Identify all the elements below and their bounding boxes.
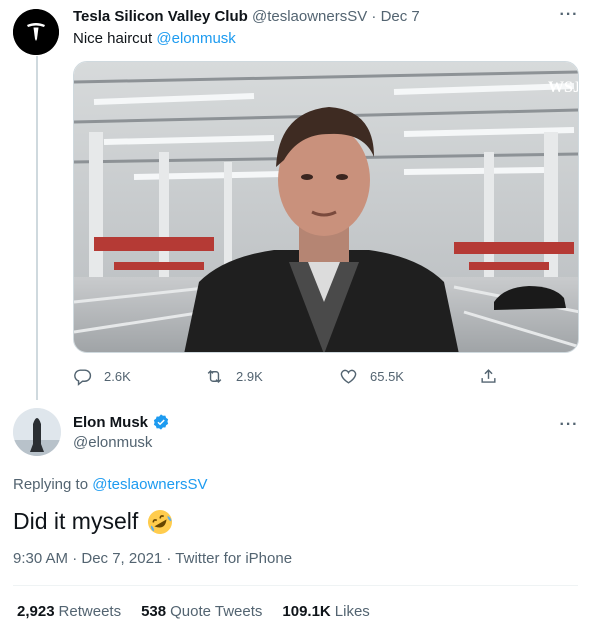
share-button[interactable]: [479, 362, 498, 390]
parent-tweet-date[interactable]: Dec 7: [381, 8, 420, 25]
header-separator: ·: [371, 8, 377, 25]
retweets-stat-label: Retweets: [58, 603, 122, 620]
engagement-stats: 2,923 Retweets 538 Quote Tweets 109.1K Like…: [17, 603, 390, 620]
parent-text-body: Nice haircut: [73, 30, 157, 47]
retweet-count: 2.9K: [236, 368, 263, 384]
heart-icon: [340, 369, 357, 384]
main-tweet: Elon Musk @elonmusk ··· Replying to @tes…: [0, 400, 604, 628]
like-count: 65.5K: [370, 368, 404, 384]
main-tweet-text: Did it myself: [13, 508, 173, 535]
retweets-stat[interactable]: 2,923 Retweets: [17, 603, 121, 620]
replying-to-link[interactable]: @teslaownersSV: [92, 476, 207, 493]
rolling-laughing-emoji-icon: [148, 509, 173, 534]
stats-divider-top: [13, 585, 578, 586]
parent-tweet[interactable]: Tesla Silicon Valley Club @teslaownersSV…: [0, 0, 604, 400]
tweet-timestamp[interactable]: 9:30 AM · Dec 7, 2021 · Twitter for iPho…: [13, 550, 292, 567]
likes-stat-label: Likes: [334, 603, 370, 620]
tesla-logo-icon: [13, 9, 59, 55]
retweets-stat-value: 2,923: [17, 603, 55, 620]
quote-tweets-stat-label: Quote Tweets: [170, 603, 263, 620]
share-icon: [481, 368, 496, 383]
starship-avatar-image: [13, 408, 61, 456]
main-author-name[interactable]: Elon Musk: [73, 414, 148, 431]
main-text-body: Did it myself: [13, 508, 139, 534]
tesla-club-avatar[interactable]: [13, 9, 59, 55]
elon-musk-avatar[interactable]: [13, 408, 61, 456]
replying-to-line: Replying to @teslaownersSV: [13, 476, 208, 493]
like-button[interactable]: 65.5K: [339, 362, 404, 390]
parent-author-handle[interactable]: @teslaownersSV: [252, 8, 367, 25]
factory-video-still: WSJ: [74, 62, 579, 352]
main-more-options-icon[interactable]: ···: [558, 417, 580, 436]
reply-count: 2.6K: [104, 368, 131, 384]
main-author-name-row: Elon Musk: [73, 413, 170, 431]
retweet-button[interactable]: 2.9K: [205, 362, 263, 390]
parent-action-bar: 2.6K 2.9K 65.5K: [73, 362, 513, 390]
retweet-icon: [207, 369, 222, 383]
main-author-handle[interactable]: @elonmusk: [73, 434, 152, 451]
parent-tweet-text: Nice haircut @elonmusk: [73, 30, 236, 47]
replying-label: Replying to: [13, 476, 93, 493]
tweet-video-media[interactable]: WSJ: [73, 61, 579, 353]
quote-tweets-stat[interactable]: 538 Quote Tweets: [141, 603, 262, 620]
parent-tweet-header: Tesla Silicon Valley Club @teslaownersSV…: [73, 8, 420, 25]
quote-tweets-stat-value: 538: [141, 603, 167, 620]
thread-connector: [36, 56, 38, 400]
verified-badge-icon: [153, 414, 169, 430]
reply-icon: [74, 368, 92, 386]
wsj-watermark: WSJ: [548, 79, 579, 96]
parent-more-options-icon[interactable]: ···: [558, 7, 580, 26]
mention-elonmusk-link[interactable]: @elonmusk: [156, 30, 235, 47]
likes-stat-value: 109.1K: [282, 603, 331, 620]
likes-stat[interactable]: 109.1K Likes: [282, 603, 369, 620]
reply-button[interactable]: 2.6K: [73, 362, 131, 390]
parent-author-name[interactable]: Tesla Silicon Valley Club: [73, 8, 248, 25]
